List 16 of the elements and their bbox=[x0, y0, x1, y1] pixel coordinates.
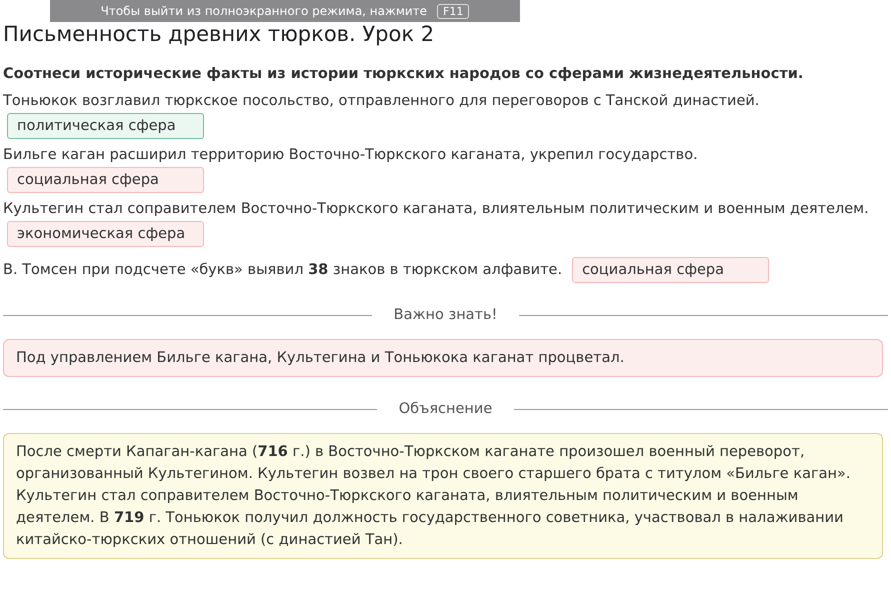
section-heading: Объяснение bbox=[398, 401, 492, 417]
answer-box[interactable]: социальная сфера bbox=[7, 167, 204, 193]
answer-box[interactable]: политическая сфера bbox=[7, 113, 204, 139]
fact-text: В. Томсен при подсчете «букв» выявил 38 знаков в тюркском алфавите. bbox=[3, 261, 562, 280]
fact-text: Культегин стал соправителем Восточно-Тюркского каганата, влиятельным политическим и военным деятелем. bbox=[3, 201, 869, 217]
page-title: Письменность древних тюрков. Урок 2 bbox=[3, 22, 434, 46]
answer-box[interactable]: социальная сфера bbox=[572, 257, 770, 283]
explanation-text: После смерти Капаган-кагана (716 г.) в Восточно-Тюркском каганате произошел военный переворот, организованный Культегином. Культегин возвел на трон своего старшего брата с титулом «Бильге каган». Культегин стал соправителем Восточно-Тюркского каганата, влиятельным политическим и военным деятелем. В 719 г. Тоньюкок получил должность государственного советника, участвовал в налаживании китайско-тюркских отношений (с династией Тан). bbox=[3, 433, 883, 559]
important-note: Под управлением Бильге кагана, Культегина и Тоньюкока каганат процветал. bbox=[3, 339, 883, 377]
banner-text: Чтобы выйти из полноэкранного режима, нажмите bbox=[100, 4, 428, 18]
section-heading: Важно знать! bbox=[394, 307, 498, 323]
question-text: Соотнеси исторические факты из истории тюркских народов со сферами жизнедеятельности. bbox=[3, 66, 804, 82]
answer-box[interactable]: экономическая сфера bbox=[7, 221, 204, 247]
fact-text: Бильге каган расширил территорию Восточно-Тюркского каганата, укрепил государство. bbox=[3, 147, 698, 163]
key-hint: F11 bbox=[437, 4, 470, 18]
fact-text: Тоньюкок возглавил тюркское посольство, отправленного для переговоров с Танской династией. bbox=[3, 93, 760, 109]
